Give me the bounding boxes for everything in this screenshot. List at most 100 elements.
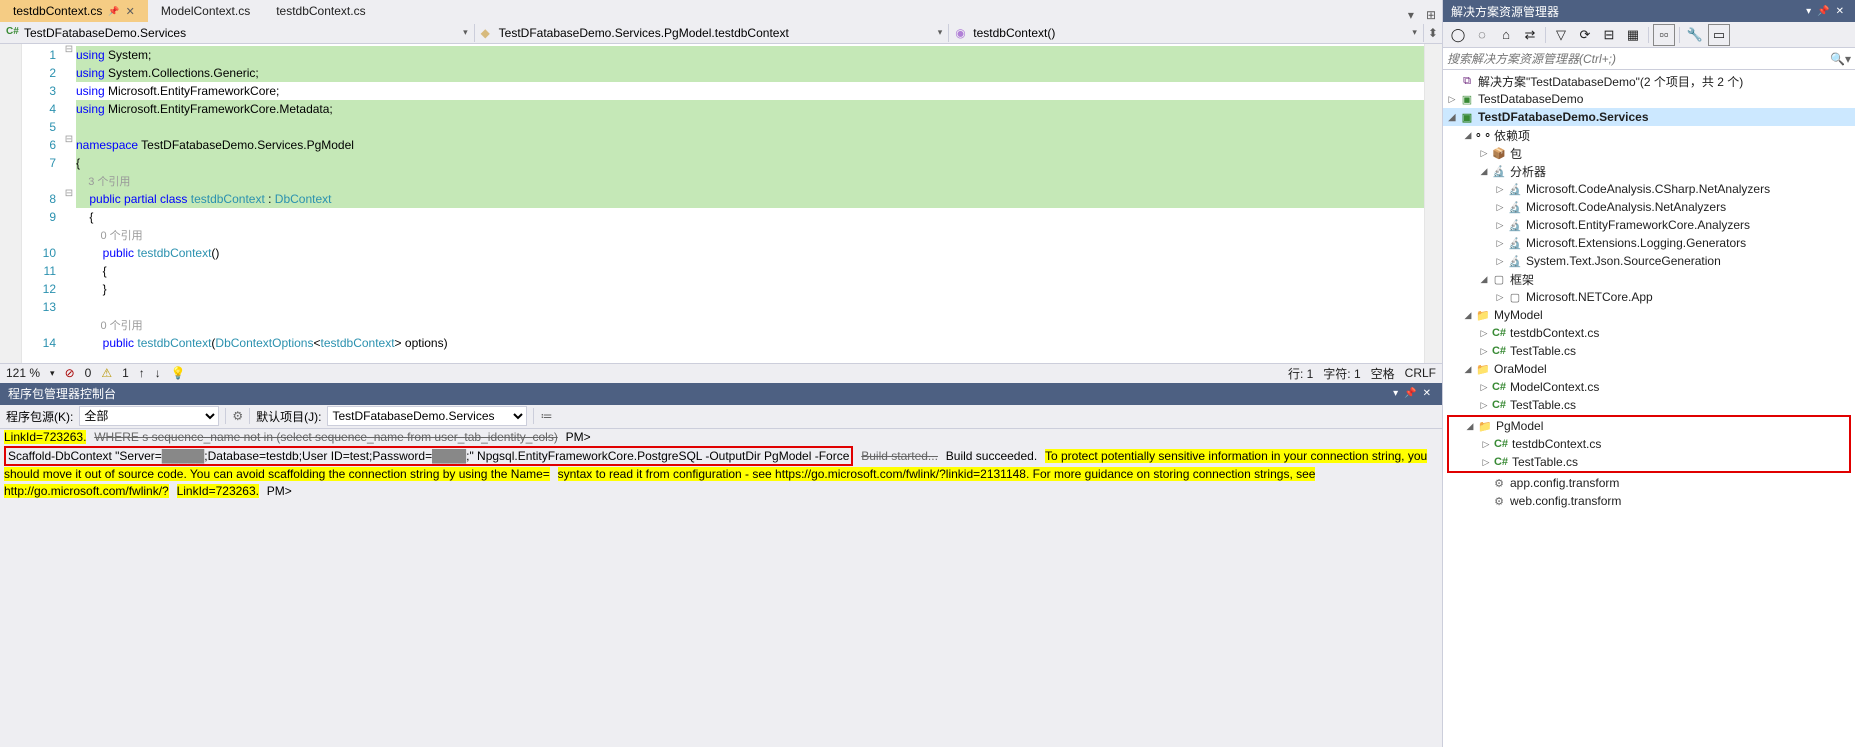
frameworks-node[interactable]: ◢ ▢ 框架 (1443, 270, 1855, 288)
dependencies-node[interactable]: ◢ ⚬⚬ 依赖项 (1443, 126, 1855, 144)
home-icon[interactable]: ⌂ (1495, 24, 1517, 46)
nav-prev-icon[interactable]: ↑ (139, 366, 145, 380)
expand-icon[interactable]: ▷ (1477, 328, 1491, 339)
default-project-select[interactable]: TestDFatabaseDemo.Services (327, 406, 527, 426)
expand-icon[interactable]: ▷ (1493, 292, 1507, 303)
expand-icon[interactable]: ▷ (1493, 238, 1507, 249)
lightbulb-icon[interactable]: 💡 (171, 366, 186, 380)
config-icon: ⚙ (1491, 475, 1507, 491)
nav-scope[interactable]: C# TestDFatabaseDemo.Services ▾ (0, 24, 475, 42)
expand-icon[interactable]: ▷ (1477, 346, 1491, 357)
collapse-icon[interactable]: ◢ (1477, 274, 1491, 285)
collapse-icon[interactable]: ◢ (1445, 112, 1459, 123)
folder-node-oramodel[interactable]: ◢ 📁 OraModel (1443, 360, 1855, 378)
collapse-icon[interactable]: ◢ (1463, 421, 1477, 432)
analyzer-item[interactable]: ▷🔬Microsoft.CodeAnalysis.CSharp.NetAnaly… (1443, 180, 1855, 198)
expand-icon[interactable]: ▷ (1493, 256, 1507, 267)
close-icon[interactable]: ✕ (1833, 6, 1847, 17)
indent-indicator[interactable]: 空格 (1371, 365, 1395, 382)
file-item[interactable]: ▷C#testdbContext.cs (1449, 435, 1849, 453)
expand-icon[interactable]: ▷ (1477, 148, 1491, 159)
expand-icon[interactable]: ▷ (1479, 457, 1493, 468)
pin-icon[interactable]: 📌 (108, 6, 119, 17)
split-horizontal-icon[interactable]: ⬍ (1424, 26, 1442, 40)
search-icon[interactable]: 🔍 (1830, 52, 1845, 66)
filter-icon[interactable]: ▽ (1550, 24, 1572, 46)
file-item[interactable]: ▷C#ModelContext.cs (1443, 378, 1855, 396)
nav-member-label: testdbContext() (973, 26, 1055, 40)
code-content[interactable]: using System;using System.Collections.Ge… (76, 44, 1424, 363)
tab-overflow-dropdown[interactable]: ▾ (1402, 8, 1420, 22)
list-icon[interactable]: ≔ (540, 409, 552, 423)
tab-testdbcontext-2[interactable]: testdbContext.cs (263, 0, 378, 22)
tab-close-all[interactable]: ⊞ (1420, 8, 1442, 22)
console-output[interactable]: LinkId=723263. WHERE s sequence_name not… (0, 429, 1442, 747)
analyzer-item[interactable]: ▷🔬Microsoft.EntityFrameworkCore.Analyzer… (1443, 216, 1855, 234)
chevron-down-icon[interactable]: ▾ (1845, 52, 1851, 66)
code-editor[interactable]: 1234567 89 10111213 14 ⊟⊟⊟ using System;… (0, 44, 1442, 363)
console-prompt: PM> (566, 430, 591, 444)
fold-column[interactable]: ⊟⊟⊟ (62, 44, 76, 363)
tab-testdbcontext-active[interactable]: testdbContext.cs 📌 ✕ (0, 0, 148, 22)
solution-node[interactable]: ⧉ 解决方案"TestDatabaseDemo"(2 个项目，共 2 个) (1443, 72, 1855, 90)
folder-node-pgmodel[interactable]: ◢ 📁 PgModel (1449, 417, 1849, 435)
framework-item[interactable]: ▷▢Microsoft.NETCore.App (1443, 288, 1855, 306)
collapse-icon[interactable]: ◢ (1461, 364, 1475, 375)
file-item[interactable]: ▷C#testdbContext.cs (1443, 324, 1855, 342)
packages-node[interactable]: ▷ 📦 包 (1443, 144, 1855, 162)
preview-icon[interactable]: ▫▫ (1653, 24, 1675, 46)
close-icon[interactable]: ✕ (1420, 388, 1434, 399)
expand-icon[interactable]: ▷ (1493, 202, 1507, 213)
error-icon[interactable]: ⊘ (65, 366, 75, 380)
back-icon[interactable]: ◯ (1447, 24, 1469, 46)
forward-icon[interactable]: ◌ (1471, 24, 1493, 46)
expand-icon[interactable]: ▷ (1477, 382, 1491, 393)
file-item[interactable]: ▷C#TestTable.cs (1449, 453, 1849, 471)
file-item[interactable]: ▷C#TestTable.cs (1443, 342, 1855, 360)
sync-icon[interactable]: ⟳ (1574, 24, 1596, 46)
vertical-scrollbar[interactable] (1424, 44, 1442, 363)
properties-icon[interactable]: 🔧 (1684, 24, 1706, 46)
config-file[interactable]: ⚙web.config.transform (1443, 492, 1855, 510)
view-icon[interactable]: ▭ (1708, 24, 1730, 46)
nav-class[interactable]: ◆ TestDFatabaseDemo.Services.PgModel.tes… (475, 24, 950, 42)
chevron-down-icon: ▾ (938, 27, 943, 38)
eol-indicator[interactable]: CRLF (1405, 366, 1436, 380)
switch-views-icon[interactable]: ⇄ (1519, 24, 1541, 46)
nav-next-icon[interactable]: ↓ (155, 366, 161, 380)
project-node[interactable]: ▷ ▣ TestDatabaseDemo (1443, 90, 1855, 108)
package-source-select[interactable]: 全部 (79, 406, 219, 426)
expand-icon[interactable]: ▷ (1445, 94, 1459, 105)
gear-icon[interactable]: ⚙ (232, 409, 243, 423)
warning-icon[interactable]: ⚠ (101, 366, 112, 380)
config-file[interactable]: ⚙app.config.transform (1443, 474, 1855, 492)
expand-icon[interactable]: ▷ (1493, 184, 1507, 195)
collapse-icon[interactable]: ⊟ (1598, 24, 1620, 46)
window-dropdown-icon[interactable]: ▾ (1803, 6, 1814, 17)
pin-icon[interactable]: 📌 (1401, 388, 1419, 399)
expand-icon[interactable]: ▷ (1479, 439, 1493, 450)
project-node-active[interactable]: ◢ ▣ TestDFatabaseDemo.Services (1443, 108, 1855, 126)
folder-node-mymodel[interactable]: ◢ 📁 MyModel (1443, 306, 1855, 324)
close-icon[interactable]: ✕ (126, 5, 135, 18)
analyzers-node[interactable]: ◢ 🔬 分析器 (1443, 162, 1855, 180)
analyzer-item[interactable]: ▷🔬System.Text.Json.SourceGeneration (1443, 252, 1855, 270)
tab-modelcontext[interactable]: ModelContext.cs (148, 0, 263, 22)
expand-icon[interactable]: ▷ (1493, 220, 1507, 231)
analyzer-item[interactable]: ▷🔬Microsoft.CodeAnalysis.NetAnalyzers (1443, 198, 1855, 216)
collapse-icon[interactable]: ◢ (1477, 166, 1491, 177)
pin-icon[interactable]: 📌 (1814, 6, 1832, 17)
window-dropdown-icon[interactable]: ▾ (1390, 388, 1401, 399)
chevron-down-icon[interactable]: ▾ (50, 368, 55, 379)
dependencies-icon: ⚬⚬ (1475, 127, 1491, 143)
expand-icon[interactable]: ▷ (1477, 400, 1491, 411)
zoom-level[interactable]: 121 % (6, 366, 40, 380)
analyzer-item[interactable]: ▷🔬Microsoft.Extensions.Logging.Generator… (1443, 234, 1855, 252)
show-all-icon[interactable]: ▦ (1622, 24, 1644, 46)
collapse-icon[interactable]: ◢ (1461, 310, 1475, 321)
col-indicator[interactable]: 字符: 1 (1323, 365, 1360, 382)
line-indicator[interactable]: 行: 1 (1288, 365, 1313, 382)
nav-member[interactable]: ◉ testdbContext() ▾ (949, 24, 1424, 42)
search-input[interactable] (1447, 52, 1830, 66)
file-item[interactable]: ▷C#TestTable.cs (1443, 396, 1855, 414)
